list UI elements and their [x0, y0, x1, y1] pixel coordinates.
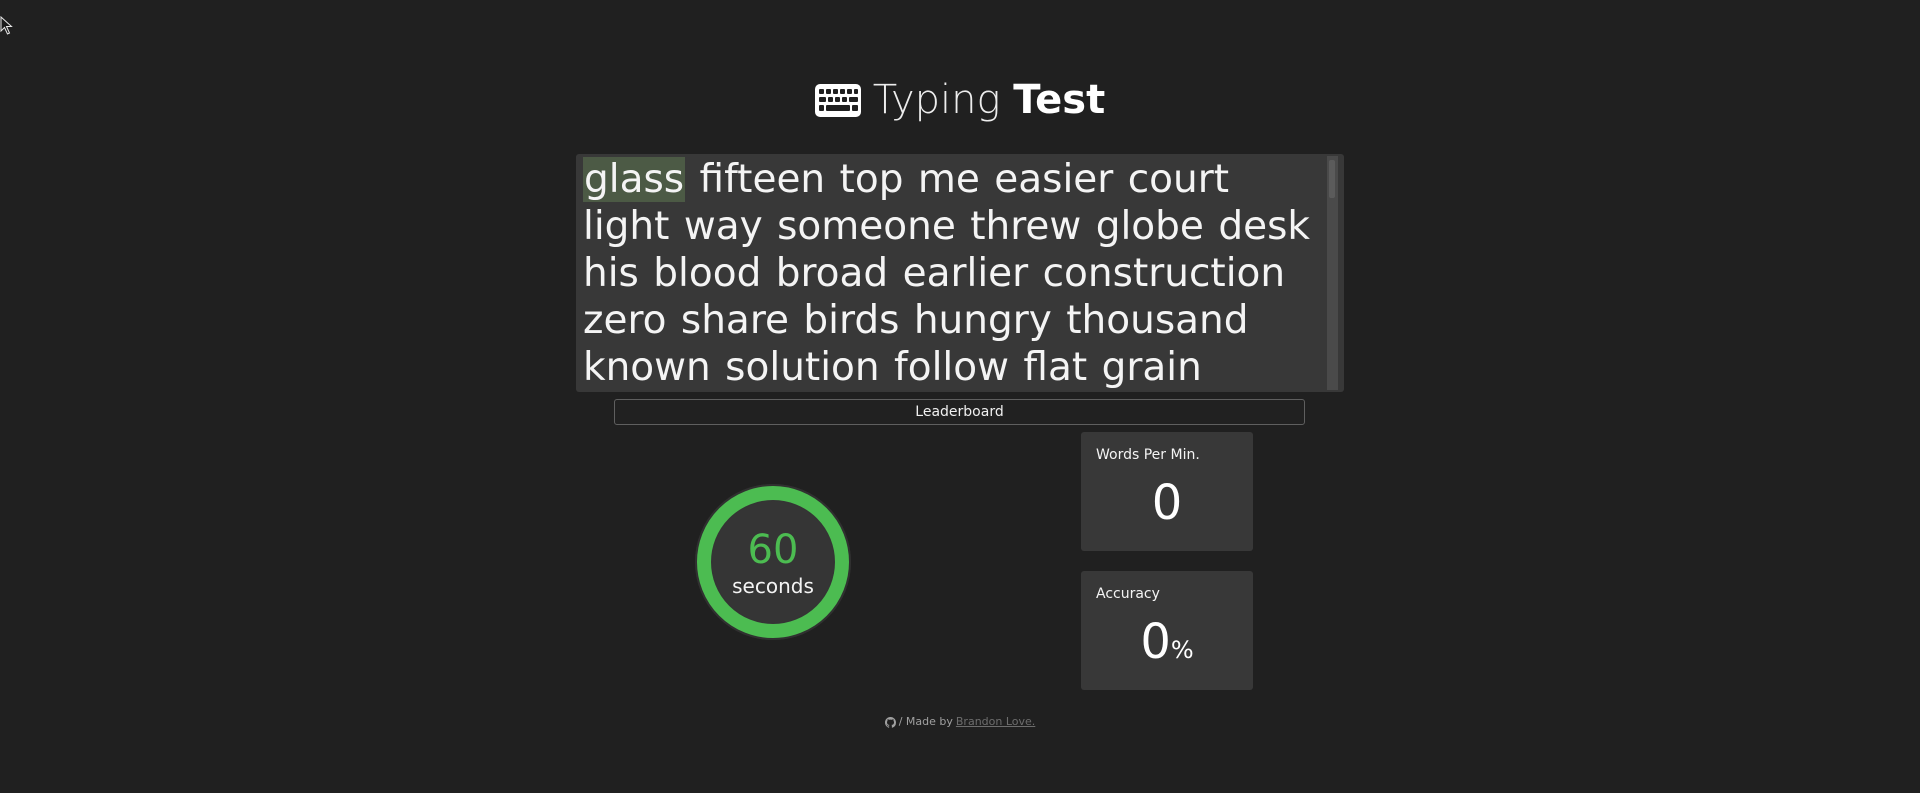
word-box-scrollbar[interactable] [1327, 156, 1338, 390]
typing-test-page: Typing Test glass fifteen top me easier … [0, 0, 1920, 793]
author-link[interactable]: Brandon Love. [956, 714, 1035, 730]
leaderboard-button[interactable]: Leaderboard [614, 399, 1305, 425]
word-list: glass fifteen top me easier court light … [583, 156, 1316, 392]
accuracy-card: Accuracy 0% [1081, 571, 1253, 690]
word-display-box[interactable]: glass fifteen top me easier court light … [576, 154, 1344, 392]
timer-seconds-value: 60 [747, 527, 799, 573]
scrollbar-thumb[interactable] [1329, 160, 1335, 198]
title-light-text: Typing [872, 77, 1001, 123]
accuracy-unit: % [1170, 636, 1194, 664]
keyboard-icon [814, 83, 861, 117]
mouse-cursor-icon [0, 16, 13, 35]
accuracy-value-wrap: 0% [1081, 615, 1253, 677]
timer-seconds-label: seconds [732, 574, 814, 598]
wpm-card: Words Per Min. 0 [1081, 432, 1253, 551]
footer-made-by: / Made by [898, 715, 953, 728]
countdown-timer: 60 seconds [693, 482, 853, 642]
current-word: glass [583, 157, 686, 202]
accuracy-label: Accuracy [1096, 586, 1160, 602]
accuracy-value: 0 [1140, 614, 1171, 670]
github-icon[interactable] [884, 716, 896, 728]
page-title: Typing Test [0, 76, 1920, 124]
wpm-label: Words Per Min. [1096, 447, 1200, 463]
title-bold-text: Test [1013, 77, 1106, 123]
footer: / Made by Brandon Love. [0, 714, 1920, 730]
wpm-value: 0 [1151, 475, 1183, 531]
upcoming-words: fifteen top me easier court light way so… [583, 157, 1310, 390]
